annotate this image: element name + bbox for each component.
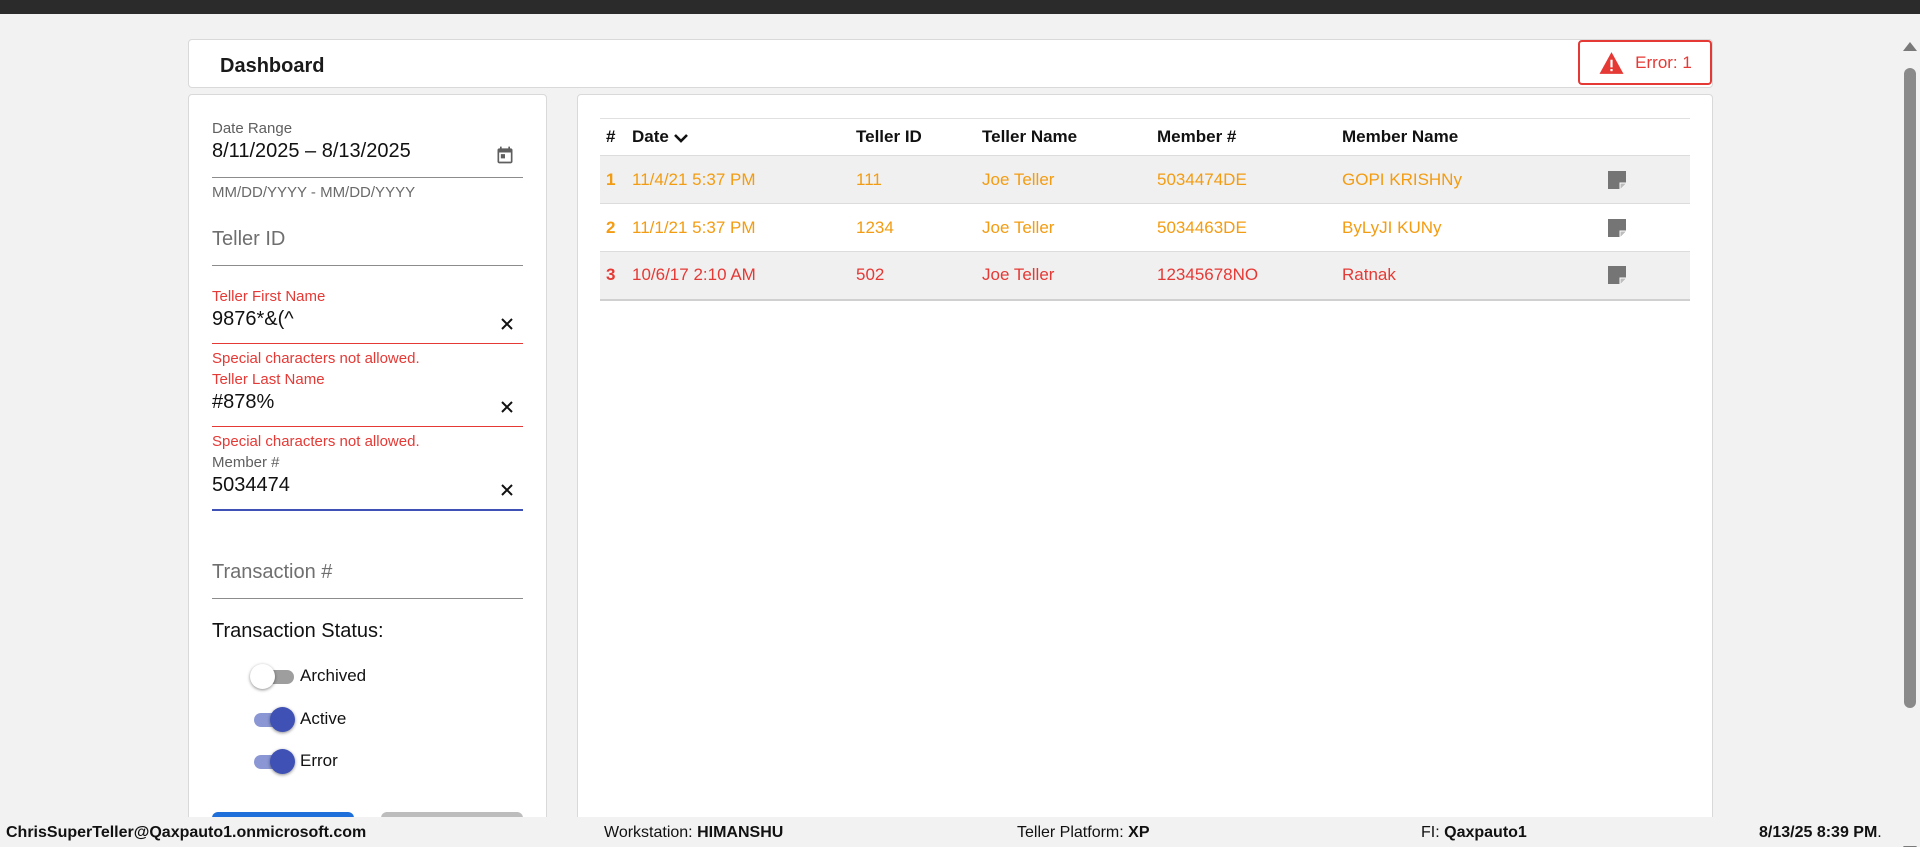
- member-number-input[interactable]: 5034474: [212, 474, 523, 500]
- teller-first-name-error: Special characters not allowed.: [212, 350, 420, 367]
- row-teller-id: 111: [856, 155, 982, 204]
- transactions-panel: # Date Teller ID Teller Name Member # Me…: [577, 94, 1713, 847]
- teller-id-underline: [212, 265, 523, 266]
- filter-panel: Date Range 8/11/2025 – 8/13/2025 MM/DD/Y…: [188, 94, 547, 847]
- date-range-hint: MM/DD/YYYY - MM/DD/YYYY: [212, 184, 416, 201]
- row-date: 10/6/17 2:10 AM: [632, 251, 856, 301]
- member-number-underline: [212, 509, 523, 511]
- transaction-status-title: Transaction Status:: [212, 620, 384, 642]
- row-member-number: 5034474DE: [1157, 155, 1342, 204]
- browser-top-bar: [0, 0, 1920, 14]
- transaction-number-field[interactable]: Transaction #: [212, 558, 523, 599]
- col-header-actions: [1607, 119, 1690, 156]
- note-icon[interactable]: [1607, 265, 1627, 285]
- row-teller-name: Joe Teller: [982, 251, 1157, 301]
- teller-id-input[interactable]: Teller ID: [212, 228, 523, 251]
- row-member-number: 12345678NO: [1157, 251, 1342, 301]
- teller-first-name-underline: [212, 343, 523, 344]
- row-index: 1: [600, 155, 632, 204]
- scroll-thumb[interactable]: [1904, 68, 1916, 708]
- vertical-scrollbar[interactable]: [1900, 14, 1920, 847]
- archived-toggle-label: Archived: [300, 666, 367, 685]
- scroll-up-arrow-icon[interactable]: [1903, 42, 1917, 51]
- table-row[interactable]: 3 10/6/17 2:10 AM 502 Joe Teller 1234567…: [600, 251, 1690, 301]
- row-actions: [1607, 251, 1690, 301]
- col-header-teller-id[interactable]: Teller ID: [856, 119, 982, 156]
- status-toggle-archived[interactable]: Archived: [250, 663, 366, 689]
- teller-last-name-underline: [212, 426, 523, 427]
- archived-toggle-switch[interactable]: [250, 663, 294, 689]
- row-index: 2: [600, 203, 632, 252]
- col-header-member-number[interactable]: Member #: [1157, 119, 1342, 156]
- transaction-number-underline: [212, 598, 523, 599]
- note-icon[interactable]: [1607, 170, 1627, 190]
- footer-workstation: Workstation: HIMANSHU: [604, 824, 784, 841]
- teller-last-name-field[interactable]: Teller Last Name #878% Special character…: [212, 371, 523, 450]
- status-toggle-active[interactable]: Active: [250, 706, 346, 732]
- warning-icon: [1599, 51, 1624, 74]
- teller-first-name-input[interactable]: 9876*&(^: [212, 308, 523, 334]
- active-toggle-label: Active: [300, 709, 347, 728]
- row-actions: [1607, 203, 1690, 252]
- clear-last-name-icon[interactable]: [499, 399, 515, 415]
- transaction-number-input[interactable]: Transaction #: [212, 561, 523, 584]
- clear-member-number-icon[interactable]: [499, 482, 515, 498]
- teller-first-name-field[interactable]: Teller First Name 9876*&(^ Special chara…: [212, 288, 523, 367]
- footer-datetime: 8/13/25 8:39 PM.: [1759, 824, 1882, 841]
- date-range-label: Date Range: [212, 120, 293, 137]
- row-teller-name: Joe Teller: [982, 203, 1157, 252]
- teller-last-name-input[interactable]: #878%: [212, 391, 523, 417]
- member-number-label: Member #: [212, 454, 280, 471]
- active-toggle-switch[interactable]: [250, 706, 295, 732]
- calendar-icon[interactable]: [495, 145, 515, 165]
- footer-user: ChrisSuperTeller@Qaxpauto1.onmicrosoft.c…: [6, 824, 367, 841]
- row-index: 3: [600, 251, 632, 301]
- row-teller-name: Joe Teller: [982, 155, 1157, 204]
- row-member-name: Ratnak: [1342, 251, 1607, 301]
- teller-id-field[interactable]: Teller ID: [212, 225, 523, 266]
- teller-last-name-label: Teller Last Name: [212, 371, 325, 388]
- row-member-name: GOPI KRISHNy: [1342, 155, 1607, 204]
- clear-first-name-icon[interactable]: [499, 316, 515, 332]
- row-teller-id: 1234: [856, 203, 982, 252]
- col-header-member-name[interactable]: Member Name: [1342, 119, 1607, 156]
- sort-descending-icon[interactable]: [673, 132, 689, 144]
- table-row[interactable]: 2 11/1/21 5:37 PM 1234 Joe Teller 503446…: [600, 203, 1690, 252]
- row-teller-id: 502: [856, 251, 982, 301]
- transactions-table: # Date Teller ID Teller Name Member # Me…: [600, 118, 1690, 301]
- note-icon[interactable]: [1607, 218, 1627, 238]
- table-row[interactable]: 1 11/4/21 5:37 PM 111 Joe Teller 5034474…: [600, 155, 1690, 204]
- col-header-date[interactable]: Date: [632, 119, 856, 156]
- teller-last-name-error: Special characters not allowed.: [212, 433, 420, 450]
- col-header-index: #: [606, 127, 616, 146]
- row-actions: [1607, 155, 1690, 204]
- status-bar: ChrisSuperTeller@Qaxpauto1.onmicrosoft.c…: [0, 817, 1900, 847]
- date-range-field[interactable]: Date Range 8/11/2025 – 8/13/2025 MM/DD/Y…: [212, 120, 523, 201]
- col-header-date-label: Date: [632, 127, 669, 146]
- row-member-number: 5034463DE: [1157, 203, 1342, 252]
- col-header-teller-name[interactable]: Teller Name: [982, 119, 1157, 156]
- error-count-button[interactable]: Error: 1: [1578, 40, 1712, 85]
- table-header-row: # Date Teller ID Teller Name Member # Me…: [600, 118, 1690, 156]
- date-range-underline: [212, 177, 523, 178]
- error-count-label: Error: 1: [1635, 52, 1692, 72]
- error-toggle-label: Error: [300, 751, 338, 770]
- row-date: 11/4/21 5:37 PM: [632, 155, 856, 204]
- page-title: Dashboard: [220, 55, 325, 77]
- date-range-input[interactable]: 8/11/2025 – 8/13/2025: [212, 140, 523, 166]
- teller-first-name-label: Teller First Name: [212, 288, 326, 305]
- footer-teller-platform: Teller Platform: XP: [1017, 824, 1150, 841]
- row-date: 11/1/21 5:37 PM: [632, 203, 856, 252]
- status-toggle-error[interactable]: Error: [250, 748, 338, 774]
- dashboard-header: Dashboard Error: 1: [188, 39, 1713, 88]
- member-number-field[interactable]: Member # 5034474: [212, 454, 523, 511]
- error-toggle-switch[interactable]: [250, 748, 295, 774]
- row-member-name: ByLyJI KUNy: [1342, 203, 1607, 252]
- footer-fi: FI: Qaxpauto1: [1421, 824, 1527, 841]
